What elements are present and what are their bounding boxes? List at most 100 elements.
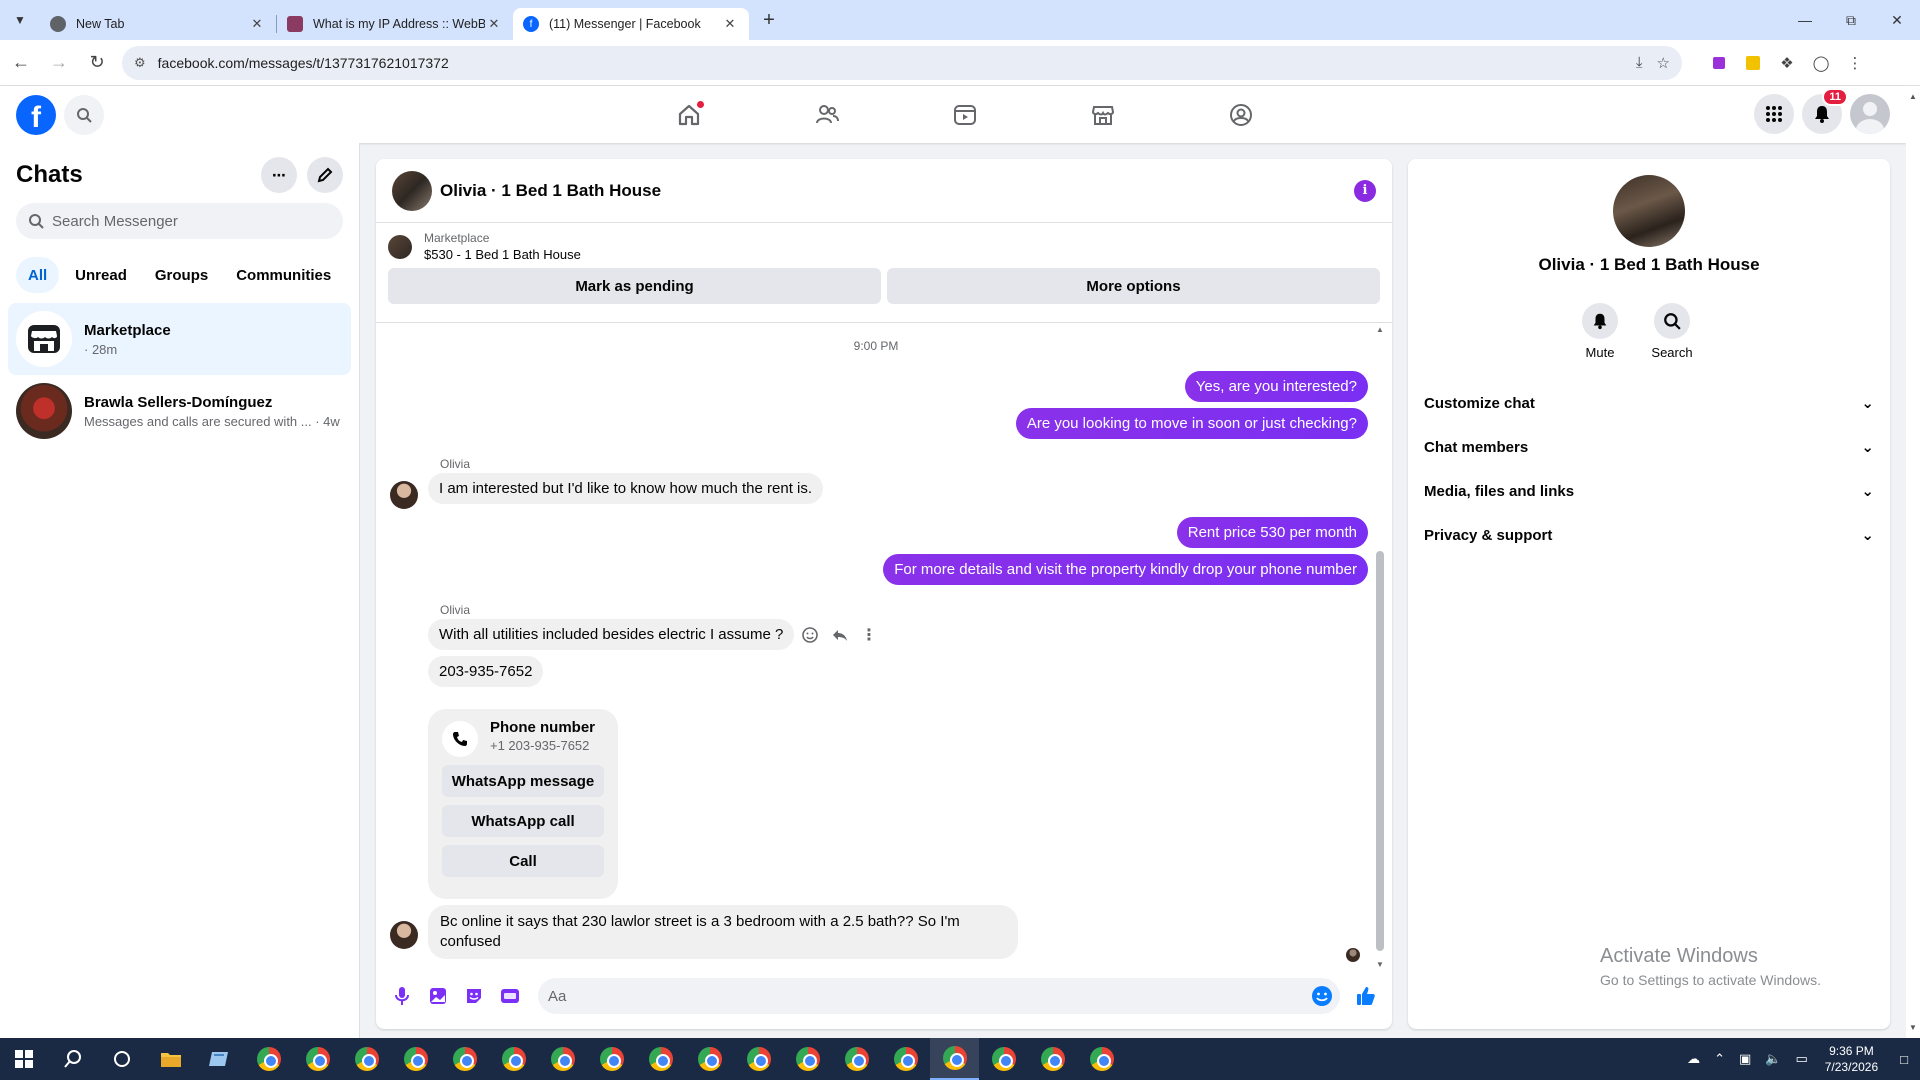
chrome-taskbar-icon[interactable] — [293, 1038, 342, 1080]
like-thumb-icon[interactable] — [1348, 978, 1384, 1014]
listing-thumbnail[interactable] — [388, 234, 412, 259]
reply-icon[interactable] — [831, 626, 849, 644]
chrome-taskbar-icon[interactable] — [440, 1038, 489, 1080]
thread-scroll-thumb[interactable] — [1376, 551, 1384, 951]
new-tab-plus-icon[interactable]: + — [753, 9, 785, 32]
conversation-title[interactable]: Olivia · 1 Bed 1 Bath House — [440, 181, 1354, 201]
close-tab-icon[interactable]: ✕ — [721, 16, 739, 32]
restore-icon[interactable]: ⧉ — [1828, 0, 1874, 40]
close-window-icon[interactable]: ✕ — [1874, 0, 1920, 40]
details-avatar[interactable] — [1613, 175, 1685, 247]
install-app-icon[interactable]: ⤓ — [1636, 54, 1643, 71]
chrome-taskbar-icon[interactable] — [342, 1038, 391, 1080]
search-action[interactable]: Search — [1651, 303, 1693, 360]
profile-icon[interactable]: ◯ — [1804, 46, 1838, 80]
facebook-search-icon[interactable] — [64, 94, 104, 135]
notification-center-icon[interactable]: □ — [1888, 1052, 1920, 1067]
new-message-icon[interactable] — [307, 157, 343, 193]
marketplace-nav-icon[interactable] — [1034, 86, 1172, 143]
filter-groups[interactable]: Groups — [143, 257, 220, 293]
gaming-nav-icon[interactable] — [1172, 86, 1310, 143]
chrome-taskbar-icon[interactable] — [881, 1038, 930, 1080]
chrome-taskbar-icon[interactable] — [1077, 1038, 1126, 1080]
browser-tab-new-tab[interactable]: New Tab ✕ — [40, 8, 276, 40]
app-window-icon[interactable] — [195, 1038, 244, 1080]
tab-search-chevron-icon[interactable]: ▼ — [0, 0, 40, 40]
chrome-taskbar-icon[interactable] — [587, 1038, 636, 1080]
network-icon[interactable]: ▭ — [1788, 1051, 1814, 1067]
extension-yellow-icon[interactable] — [1736, 46, 1770, 80]
notifications-bell-icon[interactable]: 11 — [1802, 88, 1848, 134]
tray-chevron-up-icon[interactable]: ⌃ — [1707, 1051, 1732, 1067]
more-options-icon[interactable]: ⋯ — [261, 157, 297, 193]
gif-icon[interactable] — [492, 978, 528, 1014]
scroll-up-arrow-icon[interactable]: ▲ — [1909, 92, 1917, 101]
browser-tab-messenger[interactable]: f (11) Messenger | Facebook ✕ — [513, 8, 749, 40]
mute-bell-icon[interactable] — [1582, 303, 1618, 339]
minimize-icon[interactable]: — — [1782, 0, 1828, 40]
task-view-icon[interactable] — [97, 1038, 146, 1080]
bookmark-star-icon[interactable]: ☆ — [1657, 54, 1670, 72]
listing-title[interactable]: $530 - 1 Bed 1 Bath House — [424, 247, 581, 262]
chat-item-brawla[interactable]: Brawla Sellers-Domínguez Messages and ca… — [8, 375, 351, 447]
call-button[interactable]: Call — [442, 845, 604, 877]
omnibox[interactable]: ⚙ facebook.com/messages/t/13773176210173… — [122, 45, 1682, 80]
conversation-avatar[interactable] — [392, 170, 432, 211]
emoji-icon[interactable] — [1304, 978, 1340, 1014]
taskbar-search-icon[interactable] — [48, 1038, 97, 1080]
incoming-message[interactable]: 203-935-7652 — [428, 656, 544, 687]
windows-start-icon[interactable] — [0, 1038, 48, 1080]
weather-icon[interactable]: ☁ — [1680, 1051, 1707, 1067]
chrome-taskbar-icon[interactable] — [636, 1038, 685, 1080]
chat-item-marketplace[interactable]: Marketplace · 28m — [8, 303, 351, 375]
filter-unread[interactable]: Unread — [63, 257, 139, 293]
chrome-taskbar-icon[interactable] — [1028, 1038, 1077, 1080]
chrome-taskbar-icon[interactable] — [685, 1038, 734, 1080]
search-icon[interactable] — [1654, 303, 1690, 339]
file-explorer-icon[interactable] — [146, 1038, 195, 1080]
microphone-icon[interactable] — [384, 978, 420, 1014]
chrome-taskbar-icon[interactable] — [391, 1038, 440, 1080]
message-input[interactable] — [538, 978, 1340, 1014]
reload-icon[interactable]: ↻ — [80, 46, 114, 80]
outgoing-message[interactable]: Rent price 530 per month — [1176, 517, 1368, 548]
filter-all[interactable]: All — [16, 257, 60, 293]
chrome-taskbar-icon[interactable] — [244, 1038, 293, 1080]
url-text[interactable]: facebook.com/messages/t/1377317621017372 — [158, 55, 1622, 71]
extension-purple-icon[interactable] — [1702, 46, 1736, 80]
olivia-avatar[interactable] — [390, 921, 418, 949]
close-tab-icon[interactable]: ✕ — [248, 16, 266, 32]
chrome-taskbar-icon-active[interactable] — [930, 1038, 979, 1080]
more-actions-icon[interactable]: ⋮ — [861, 625, 877, 645]
scroll-down-arrow-icon[interactable]: ▼ — [1909, 1023, 1917, 1032]
incoming-message[interactable]: I am interested but I'd like to know how… — [428, 473, 824, 504]
whatsapp-call-button[interactable]: WhatsApp call — [442, 805, 604, 837]
thread-scrollbar[interactable]: ▲ ▼ — [1376, 325, 1384, 969]
chrome-menu-icon[interactable]: ⋮ — [1838, 46, 1872, 80]
react-emoji-icon[interactable] — [801, 626, 819, 644]
filter-communities[interactable]: Communities — [224, 257, 343, 293]
friends-nav-icon[interactable] — [758, 86, 896, 143]
messenger-search-input[interactable]: Search Messenger — [16, 203, 343, 239]
incoming-message[interactable]: With all utilities included besides elec… — [428, 619, 795, 650]
whatsapp-message-button[interactable]: WhatsApp message — [442, 765, 604, 797]
photo-attach-icon[interactable] — [420, 978, 456, 1014]
video-nav-icon[interactable] — [896, 86, 1034, 143]
forward-arrow-icon[interactable]: → — [42, 46, 76, 80]
close-tab-icon[interactable]: ✕ — [485, 16, 503, 32]
outgoing-message[interactable]: Yes, are you interested? — [1184, 371, 1368, 402]
more-options-button[interactable]: More options — [887, 268, 1380, 304]
section-privacy-support[interactable]: Privacy & support ⌄ — [1416, 513, 1882, 557]
info-icon[interactable]: i — [1354, 179, 1376, 202]
facebook-logo-icon[interactable]: f — [16, 94, 56, 135]
section-customize-chat[interactable]: Customize chat ⌄ — [1416, 381, 1882, 425]
incoming-message[interactable]: Bc online it says that 230 lawlor street… — [428, 905, 1018, 959]
page-scrollbar[interactable]: ▲ ▼ — [1906, 86, 1920, 1038]
chrome-taskbar-icon[interactable] — [538, 1038, 587, 1080]
chrome-taskbar-icon[interactable] — [489, 1038, 538, 1080]
meet-now-icon[interactable]: ▣ — [1732, 1051, 1758, 1067]
outgoing-message[interactable]: For more details and visit the property … — [883, 554, 1368, 585]
menu-grid-icon[interactable] — [1754, 94, 1794, 134]
account-avatar[interactable] — [1850, 94, 1890, 134]
back-arrow-icon[interactable]: ← — [4, 46, 38, 80]
